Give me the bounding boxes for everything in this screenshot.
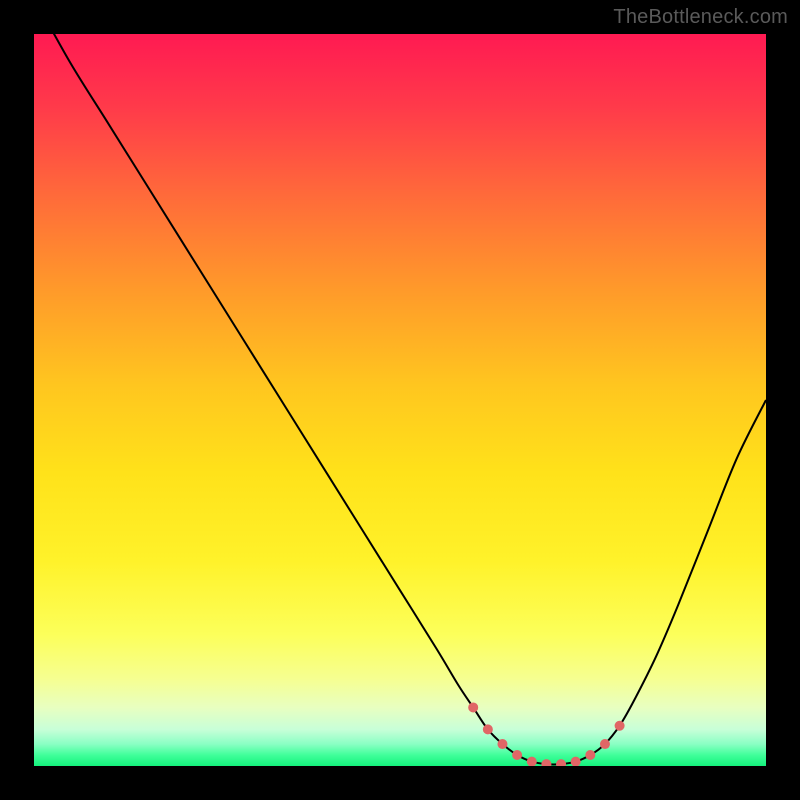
marker-point: [541, 759, 551, 769]
bottleneck-chart: [0, 0, 800, 800]
marker-point: [497, 739, 507, 749]
marker-point: [483, 724, 493, 734]
marker-point: [527, 757, 537, 767]
marker-point: [556, 759, 566, 769]
marker-point: [468, 702, 478, 712]
marker-point: [512, 750, 522, 760]
chart-frame: TheBottleneck.com: [0, 0, 800, 800]
marker-point: [585, 750, 595, 760]
watermark-text: TheBottleneck.com: [613, 6, 788, 29]
marker-point: [571, 757, 581, 767]
marker-point: [600, 739, 610, 749]
marker-point: [615, 721, 625, 731]
